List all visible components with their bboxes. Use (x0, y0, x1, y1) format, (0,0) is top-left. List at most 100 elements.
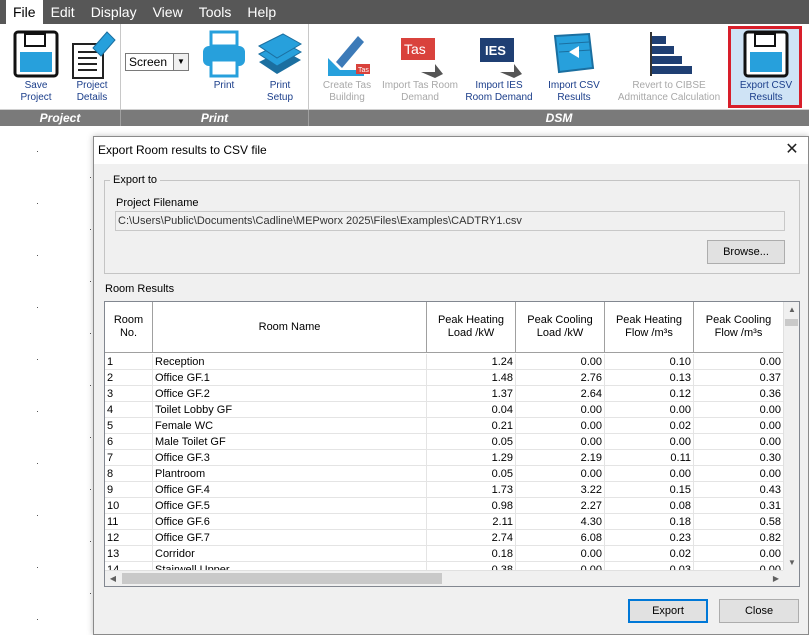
browse-button[interactable]: Browse... (707, 240, 785, 264)
column-header-room-no[interactable]: Room No. (105, 302, 153, 353)
table-row[interactable]: 3 Office GF.2 1.37 2.64 0.12 0.36 (105, 386, 784, 402)
cell-peak-heating-flow: 0.02 (605, 418, 694, 434)
cell-peak-cooling-flow: 0.82 (694, 530, 784, 546)
cell-room-no: 1 (105, 354, 153, 370)
ies-import-icon: IES (480, 38, 522, 78)
cell-peak-cooling-flow: 0.30 (694, 450, 784, 466)
cell-peak-heating-load: 1.37 (427, 386, 516, 402)
table-row[interactable]: 9 Office GF.4 1.73 3.22 0.15 0.43 (105, 482, 784, 498)
canvas-dot (37, 567, 38, 568)
project-details-label: Project Details (76, 80, 108, 103)
import-ies-button[interactable]: IES Import IES Room Demand (461, 28, 537, 104)
cell-peak-heating-load: 2.74 (427, 530, 516, 546)
cell-room-name: Office GF.3 (153, 450, 427, 466)
cell-peak-cooling-flow: 0.58 (694, 514, 784, 530)
cell-peak-heating-flow: 0.23 (605, 530, 694, 546)
cell-room-name: Male Toilet GF (153, 434, 427, 450)
project-filename-label: Project Filename (116, 197, 199, 209)
column-header-peak-cooling-flow[interactable]: Peak Cooling Flow /m³s (694, 302, 784, 353)
vertical-scrollbar[interactable]: ▲ ▼ (783, 302, 799, 571)
cell-peak-cooling-flow: 0.00 (694, 354, 784, 370)
menu-edit[interactable]: Edit (43, 0, 83, 24)
close-button-label: Close (744, 605, 774, 617)
table-row[interactable]: 2 Office GF.1 1.48 2.76 0.13 0.37 (105, 370, 784, 386)
scroll-down-icon[interactable]: ▼ (784, 555, 799, 571)
scroll-left-icon[interactable]: ◀ (105, 571, 121, 586)
cell-room-name: Office GF.4 (153, 482, 427, 498)
table-row[interactable]: 4 Toilet Lobby GF 0.04 0.00 0.00 0.00 (105, 402, 784, 418)
canvas-dot (90, 593, 91, 594)
scroll-right-icon[interactable]: ▶ (768, 571, 784, 586)
table-row[interactable]: 1 Reception 1.24 0.00 0.10 0.00 (105, 354, 784, 370)
table-row[interactable]: 7 Office GF.3 1.29 2.19 0.11 0.30 (105, 450, 784, 466)
import-ies-label: Import IES Room Demand (465, 80, 533, 103)
column-header-peak-cooling-load[interactable]: Peak Cooling Load /kW (516, 302, 605, 353)
menu-tools[interactable]: Tools (191, 0, 240, 24)
print-button[interactable]: Print (198, 28, 250, 92)
table-viewport: Room No. Room Name Peak Heating Load /kW… (105, 302, 784, 571)
menu-file[interactable]: File (6, 0, 43, 24)
cell-room-name: Office GF.1 (153, 370, 427, 386)
ies-badge: IES (485, 43, 506, 58)
cell-peak-cooling-load: 3.22 (516, 482, 605, 498)
table-row[interactable]: 5 Female WC 0.21 0.00 0.02 0.00 (105, 418, 784, 434)
vertical-scroll-thumb[interactable] (785, 319, 798, 326)
cell-peak-heating-load: 1.73 (427, 482, 516, 498)
scroll-up-icon[interactable]: ▲ (784, 302, 799, 318)
ribbon-group-bar: Project Print DSM (0, 110, 809, 126)
print-setup-button[interactable]: Print Setup (254, 28, 306, 104)
cell-peak-cooling-flow: 0.00 (694, 402, 784, 418)
project-filename-field[interactable]: C:\Users\Public\Documents\Cadline\MEPwor… (115, 211, 785, 231)
close-button[interactable]: Close (719, 599, 799, 623)
output-select[interactable]: Screen ▼ (125, 53, 189, 71)
cell-room-name: Office GF.5 (153, 498, 427, 514)
export-button[interactable]: Export (628, 599, 708, 623)
table-row[interactable]: 12 Office GF.7 2.74 6.08 0.23 0.82 (105, 530, 784, 546)
room-results-table[interactable]: Room No. Room Name Peak Heating Load /kW… (104, 301, 800, 587)
cell-room-name: Office GF.7 (153, 530, 427, 546)
save-project-button[interactable]: Save Project (10, 28, 62, 104)
cell-peak-heating-load: 1.29 (427, 450, 516, 466)
table-row[interactable]: 10 Office GF.5 0.98 2.27 0.08 0.31 (105, 498, 784, 514)
bar-chart-icon (650, 32, 692, 76)
export-button-label: Export (652, 605, 684, 617)
create-tas-building-button[interactable]: Tas Create Tas Building (318, 28, 376, 104)
cell-room-no: 7 (105, 450, 153, 466)
column-header-room-name[interactable]: Room Name (153, 302, 427, 353)
cell-room-no: 9 (105, 482, 153, 498)
menu-help[interactable]: Help (239, 0, 284, 24)
cell-peak-cooling-flow: 0.31 (694, 498, 784, 514)
cell-peak-heating-load: 0.18 (427, 546, 516, 562)
canvas-dot (90, 489, 91, 490)
table-row[interactable]: 13 Corridor 0.18 0.00 0.02 0.00 (105, 546, 784, 562)
horizontal-scroll-thumb[interactable] (122, 573, 442, 584)
cell-peak-cooling-load: 0.00 (516, 354, 605, 370)
cell-peak-heating-load: 1.24 (427, 354, 516, 370)
group-dsm-label: DSM (545, 111, 573, 125)
horizontal-scrollbar[interactable]: ◀ ▶ (105, 570, 784, 586)
cell-room-no: 13 (105, 546, 153, 562)
revert-cibse-button[interactable]: Revert to CIBSE Admittance Calculation (610, 28, 728, 104)
close-icon[interactable]: ✕ (782, 140, 802, 160)
canvas-dot (90, 333, 91, 334)
menu-display[interactable]: Display (83, 0, 145, 24)
ruler-pencil-icon: Tas (328, 36, 370, 76)
cell-peak-cooling-load: 0.00 (516, 418, 605, 434)
menu-view[interactable]: View (145, 0, 191, 24)
column-header-peak-heating-flow[interactable]: Peak Heating Flow /m³s (605, 302, 694, 353)
project-details-button[interactable]: Project Details (66, 28, 118, 104)
cell-peak-cooling-load: 0.00 (516, 546, 605, 562)
cell-peak-heating-load: 0.05 (427, 466, 516, 482)
cell-peak-cooling-flow: 0.00 (694, 418, 784, 434)
import-tas-button[interactable]: Tas Import Tas Room Demand (382, 28, 458, 104)
table-row[interactable]: 8 Plantroom 0.05 0.00 0.00 0.00 (105, 466, 784, 482)
cell-room-name: Female WC (153, 418, 427, 434)
table-row[interactable]: 6 Male Toilet GF 0.05 0.00 0.00 0.00 (105, 434, 784, 450)
import-csv-button[interactable]: Import CSV Results (540, 28, 608, 104)
export-csv-button[interactable]: Export CSV Results (734, 28, 798, 104)
column-header-peak-heating-load[interactable]: Peak Heating Load /kW (427, 302, 516, 353)
cell-room-no: 11 (105, 514, 153, 530)
room-results-label: Room Results (105, 283, 175, 295)
canvas-dot (37, 411, 38, 412)
table-row[interactable]: 11 Office GF.6 2.11 4.30 0.18 0.58 (105, 514, 784, 530)
